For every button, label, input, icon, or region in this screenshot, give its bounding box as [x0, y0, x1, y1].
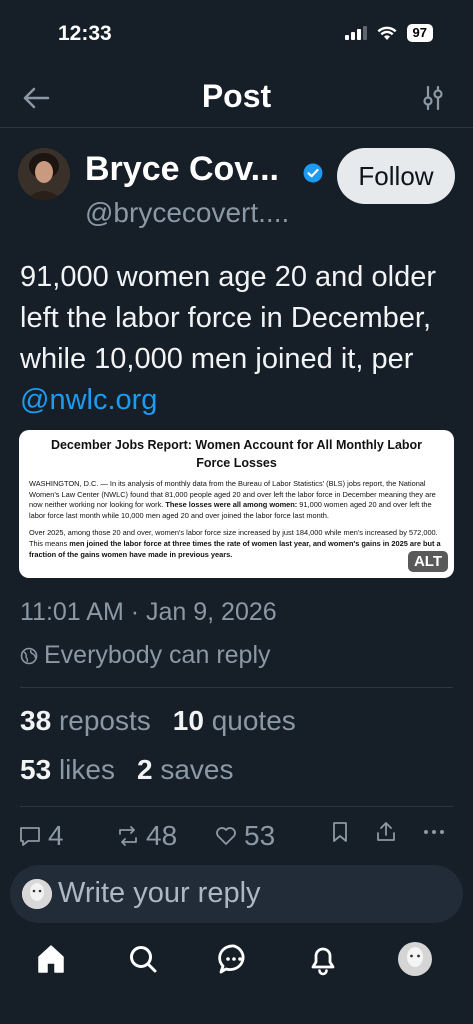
- post-text: 91,000 women age 20 and older left the l…: [20, 257, 460, 421]
- stats-row-1: 38 reposts 10 quotes: [20, 705, 296, 737]
- battery-indicator: 97: [406, 24, 433, 42]
- page-title: Post: [201, 78, 272, 114]
- signal-icon: [344, 26, 367, 40]
- author-avatar[interactable]: [18, 148, 70, 200]
- more-icon: [424, 830, 444, 834]
- like-button[interactable]: 53: [214, 820, 275, 852]
- action-row: 4 48 53: [0, 820, 473, 862]
- filter-icon[interactable]: [419, 84, 447, 112]
- bell-icon[interactable]: [306, 942, 340, 976]
- chat-icon[interactable]: [217, 942, 251, 976]
- mention-link[interactable]: @nwlc.org: [20, 384, 157, 416]
- bookmark-button[interactable]: [328, 820, 352, 844]
- likes-stat[interactable]: 53 likes: [20, 754, 115, 786]
- repost-icon: [119, 826, 137, 846]
- reposts-stat[interactable]: 38 reposts: [20, 705, 151, 737]
- author-handle[interactable]: @brycecovert....: [85, 197, 289, 229]
- post-image[interactable]: December Jobs Report: Women Account for …: [19, 430, 454, 578]
- reply-setting-label: Everybody can reply: [44, 641, 271, 669]
- saves-stat[interactable]: 2 saves: [137, 754, 234, 786]
- reply-icon: [20, 827, 40, 846]
- author-display-name[interactable]: Bryce Cov...: [85, 150, 279, 189]
- wifi-icon: [377, 26, 397, 40]
- reply-button[interactable]: 4: [18, 820, 64, 852]
- bookmark-icon: [333, 822, 347, 842]
- divider: [20, 687, 453, 688]
- top-bar: Post: [0, 70, 473, 128]
- status-time: 12:33: [58, 22, 112, 45]
- bottom-tab-bar: [0, 934, 473, 994]
- repost-count: 48: [146, 820, 178, 851]
- reply-count: 4: [48, 820, 64, 851]
- share-button[interactable]: [374, 820, 398, 844]
- search-icon[interactable]: [126, 942, 160, 976]
- alt-badge[interactable]: ALT: [407, 551, 448, 572]
- status-bar: 12:33 97: [0, 0, 473, 70]
- quotes-stat[interactable]: 10 quotes: [173, 705, 296, 737]
- post-text-body: 91,000 women age 20 and older left the l…: [20, 261, 436, 375]
- user-avatar: [22, 879, 52, 909]
- reply-setting: Everybody can reply: [20, 641, 271, 670]
- follow-button[interactable]: Follow: [337, 148, 455, 204]
- status-icons: 97: [344, 24, 433, 42]
- more-button[interactable]: [422, 820, 446, 844]
- post-timestamp: 11:01 AM · Jan 9, 2026: [20, 598, 277, 626]
- embed-paragraph-2: Over 2025, among those 20 and over, wome…: [29, 528, 441, 559]
- profile-avatar[interactable]: [398, 942, 432, 976]
- reply-composer[interactable]: Write your reply: [10, 865, 463, 923]
- embed-title: December Jobs Report: Women Account for …: [50, 438, 423, 470]
- embed-paragraph-1: WASHINGTON, D.C. — In its analysis of mo…: [29, 479, 436, 520]
- verified-badge-icon: [303, 163, 323, 183]
- heart-icon: [216, 827, 236, 845]
- home-icon[interactable]: [34, 942, 68, 976]
- repost-button[interactable]: 48: [116, 820, 177, 852]
- stats-row-2: 53 likes 2 saves: [20, 754, 233, 786]
- like-count: 53: [244, 820, 276, 851]
- share-icon: [377, 822, 395, 841]
- globe-icon: [20, 647, 38, 664]
- reply-input-placeholder[interactable]: Write your reply: [58, 877, 261, 910]
- divider: [20, 806, 453, 807]
